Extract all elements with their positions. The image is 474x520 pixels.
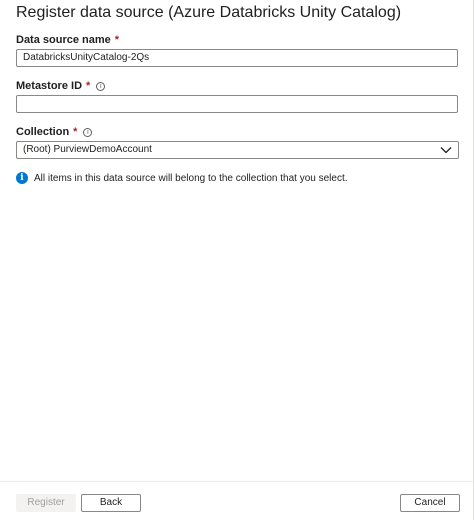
metastore-id-label: Metastore ID * i [16, 80, 106, 92]
info-message: i All items in this data source will bel… [16, 172, 348, 184]
panel-title: Register data source (Azure Databricks U… [16, 4, 402, 21]
chevron-down-icon [440, 147, 452, 154]
collection-label-text: Collection [16, 126, 70, 138]
required-asterisk: * [114, 34, 120, 46]
data-source-name-label-text: Data source name [16, 34, 111, 46]
metastore-id-label-text: Metastore ID [16, 80, 83, 92]
required-asterisk: * [86, 80, 91, 92]
info-outline-icon[interactable]: i [96, 81, 106, 91]
collection-selected-value: (Root) PurviewDemoAccount [23, 144, 152, 155]
collection-dropdown[interactable]: (Root) PurviewDemoAccount [16, 141, 459, 159]
metastore-id-input[interactable] [16, 95, 458, 113]
register-button[interactable]: Register [16, 494, 76, 512]
footer-divider [0, 481, 474, 482]
info-message-text: All items in this data source will belon… [34, 172, 348, 184]
required-asterisk: * [73, 126, 78, 138]
back-button[interactable]: Back [81, 494, 141, 512]
data-source-name-label: Data source name * [16, 34, 119, 46]
data-source-name-input[interactable]: DatabricksUnityCatalog-2Qs [16, 49, 458, 67]
cancel-button[interactable]: Cancel [400, 494, 460, 512]
collection-label: Collection * i [16, 126, 93, 138]
info-outline-icon[interactable]: i [83, 127, 93, 137]
register-data-source-panel: Register data source (Azure Databricks U… [0, 0, 474, 520]
info-filled-icon: i [16, 172, 28, 184]
